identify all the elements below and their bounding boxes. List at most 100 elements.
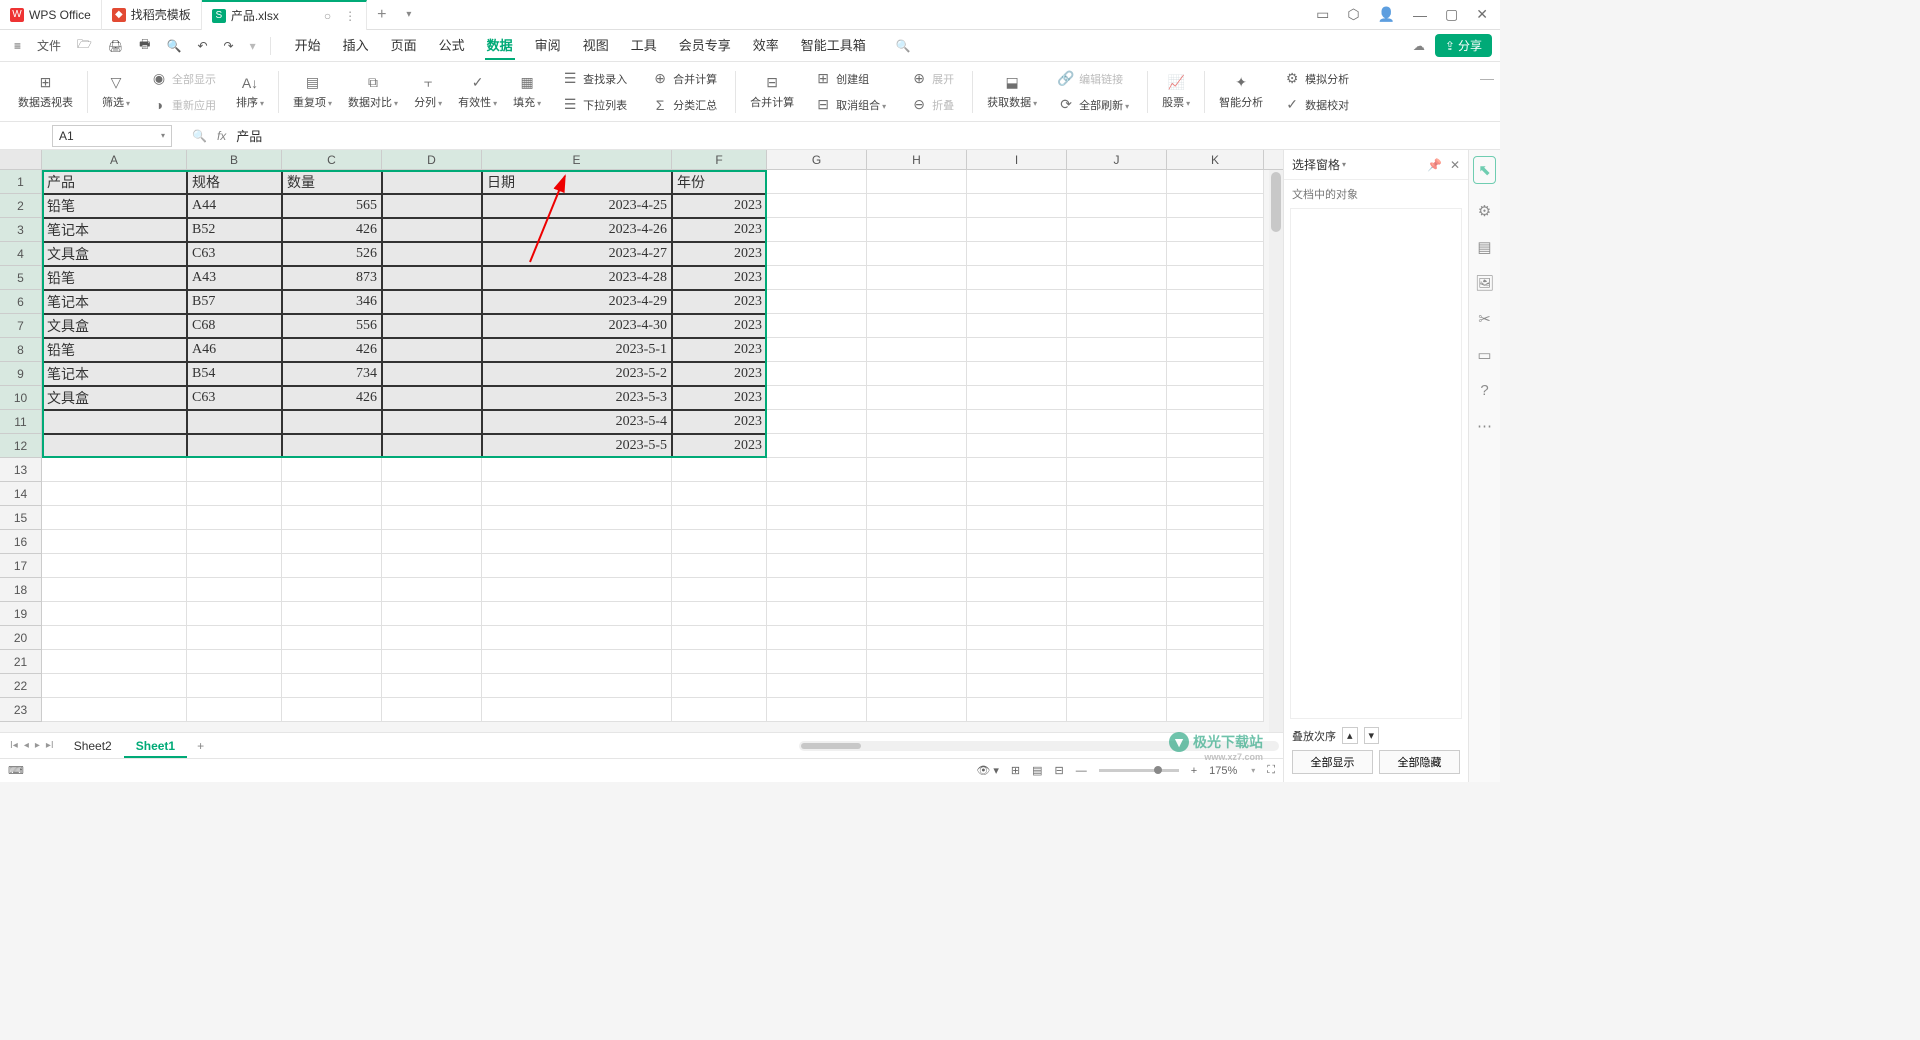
- fullscreen-icon[interactable]: ⛶: [1267, 764, 1275, 777]
- cell-G8[interactable]: [767, 338, 867, 362]
- cell-G23[interactable]: [767, 698, 867, 722]
- preview-icon[interactable]: 🔍: [160, 35, 187, 57]
- col-header-A[interactable]: A: [42, 150, 187, 169]
- ribbon-tab-9[interactable]: 效率: [751, 31, 781, 60]
- cell-E9[interactable]: 2023-5-2: [482, 362, 672, 386]
- cell-D8[interactable]: [382, 338, 482, 362]
- data-check-button[interactable]: ✓数据校对: [1277, 93, 1355, 117]
- cell-A23[interactable]: [42, 698, 187, 722]
- row-header-14[interactable]: 14: [0, 482, 42, 506]
- cell-C16[interactable]: [282, 530, 382, 554]
- cell-B6[interactable]: B57: [187, 290, 282, 314]
- cell-I6[interactable]: [967, 290, 1067, 314]
- cell-B22[interactable]: [187, 674, 282, 698]
- cell-K3[interactable]: [1167, 218, 1264, 242]
- avatar-icon[interactable]: 👤: [1378, 6, 1395, 23]
- col-header-F[interactable]: F: [672, 150, 767, 169]
- cell-C13[interactable]: [282, 458, 382, 482]
- cell-E4[interactable]: 2023-4-27: [482, 242, 672, 266]
- cell-H21[interactable]: [867, 650, 967, 674]
- cell-K15[interactable]: [1167, 506, 1264, 530]
- cell-E3[interactable]: 2023-4-26: [482, 218, 672, 242]
- row-header-1[interactable]: 1: [0, 170, 42, 194]
- row-header-11[interactable]: 11: [0, 410, 42, 434]
- cell-G17[interactable]: [767, 554, 867, 578]
- cell-K4[interactable]: [1167, 242, 1264, 266]
- status-mode-icon[interactable]: ⌨: [8, 764, 24, 777]
- cell-I8[interactable]: [967, 338, 1067, 362]
- row-header-9[interactable]: 9: [0, 362, 42, 386]
- cell-F5[interactable]: 2023: [672, 266, 767, 290]
- ribbon-tab-0[interactable]: 开始: [293, 31, 323, 60]
- cell-J4[interactable]: [1067, 242, 1167, 266]
- move-up-icon[interactable]: ▴: [1342, 727, 1358, 744]
- row-header-4[interactable]: 4: [0, 242, 42, 266]
- more-icon[interactable]: ⋯: [1477, 417, 1492, 435]
- cell-H7[interactable]: [867, 314, 967, 338]
- cell-B1[interactable]: 规格: [187, 170, 282, 194]
- cell-I22[interactable]: [967, 674, 1067, 698]
- cell-J8[interactable]: [1067, 338, 1167, 362]
- row-header-18[interactable]: 18: [0, 578, 42, 602]
- col-header-H[interactable]: H: [867, 150, 967, 169]
- cell-G13[interactable]: [767, 458, 867, 482]
- cell-F12[interactable]: 2023: [672, 434, 767, 458]
- refresh-all-button[interactable]: ⟳全部刷新▾: [1051, 93, 1135, 117]
- consolidate-button[interactable]: ⊟ 合并计算: [744, 66, 800, 118]
- cell-J1[interactable]: [1067, 170, 1167, 194]
- cell-B4[interactable]: C63: [187, 242, 282, 266]
- cell-A20[interactable]: [42, 626, 187, 650]
- row-header-15[interactable]: 15: [0, 506, 42, 530]
- cell-C15[interactable]: [282, 506, 382, 530]
- cell-A15[interactable]: [42, 506, 187, 530]
- file-menu[interactable]: 文件: [31, 33, 67, 58]
- cell-I7[interactable]: [967, 314, 1067, 338]
- cell-F8[interactable]: 2023: [672, 338, 767, 362]
- tab-menu-icon[interactable]: ○: [324, 9, 331, 23]
- cell-J13[interactable]: [1067, 458, 1167, 482]
- cell-E5[interactable]: 2023-4-28: [482, 266, 672, 290]
- cell-K9[interactable]: [1167, 362, 1264, 386]
- cell-C9[interactable]: 734: [282, 362, 382, 386]
- col-header-C[interactable]: C: [282, 150, 382, 169]
- cell-D20[interactable]: [382, 626, 482, 650]
- cell-J11[interactable]: [1067, 410, 1167, 434]
- ribbon-tab-6[interactable]: 视图: [581, 31, 611, 60]
- cell-H17[interactable]: [867, 554, 967, 578]
- row-header-22[interactable]: 22: [0, 674, 42, 698]
- help-icon[interactable]: ?: [1480, 382, 1488, 399]
- cell-A5[interactable]: 铅笔: [42, 266, 187, 290]
- get-data-button[interactable]: ⬓ 获取数据▾: [981, 66, 1043, 118]
- cell-H18[interactable]: [867, 578, 967, 602]
- tab-templates[interactable]: ◆ 找稻壳模板: [102, 0, 202, 30]
- view-eye-icon[interactable]: 👁 ▾: [976, 764, 999, 777]
- cell-A22[interactable]: [42, 674, 187, 698]
- cell-G12[interactable]: [767, 434, 867, 458]
- col-header-G[interactable]: G: [767, 150, 867, 169]
- cell-B11[interactable]: [187, 410, 282, 434]
- show-all-button[interactable]: 全部显示: [1292, 750, 1373, 774]
- cell-G14[interactable]: [767, 482, 867, 506]
- cell-G6[interactable]: [767, 290, 867, 314]
- cell-I11[interactable]: [967, 410, 1067, 434]
- maximize-icon[interactable]: ▢: [1445, 6, 1458, 23]
- redo-icon[interactable]: ↷: [218, 35, 240, 57]
- cell-F17[interactable]: [672, 554, 767, 578]
- photo-icon[interactable]: 🖼: [1475, 274, 1494, 292]
- cell-E22[interactable]: [482, 674, 672, 698]
- cell-K14[interactable]: [1167, 482, 1264, 506]
- cell-I3[interactable]: [967, 218, 1067, 242]
- cell-F21[interactable]: [672, 650, 767, 674]
- cell-C10[interactable]: 426: [282, 386, 382, 410]
- cell-K10[interactable]: [1167, 386, 1264, 410]
- cell-E2[interactable]: 2023-4-25: [482, 194, 672, 218]
- quickbar-dropdown-icon[interactable]: ▾: [244, 35, 262, 57]
- cell-D10[interactable]: [382, 386, 482, 410]
- cell-D17[interactable]: [382, 554, 482, 578]
- open-icon[interactable]: 🗁: [71, 31, 98, 60]
- cell-I23[interactable]: [967, 698, 1067, 722]
- cell-E19[interactable]: [482, 602, 672, 626]
- cell-G4[interactable]: [767, 242, 867, 266]
- cell-J9[interactable]: [1067, 362, 1167, 386]
- cell-D11[interactable]: [382, 410, 482, 434]
